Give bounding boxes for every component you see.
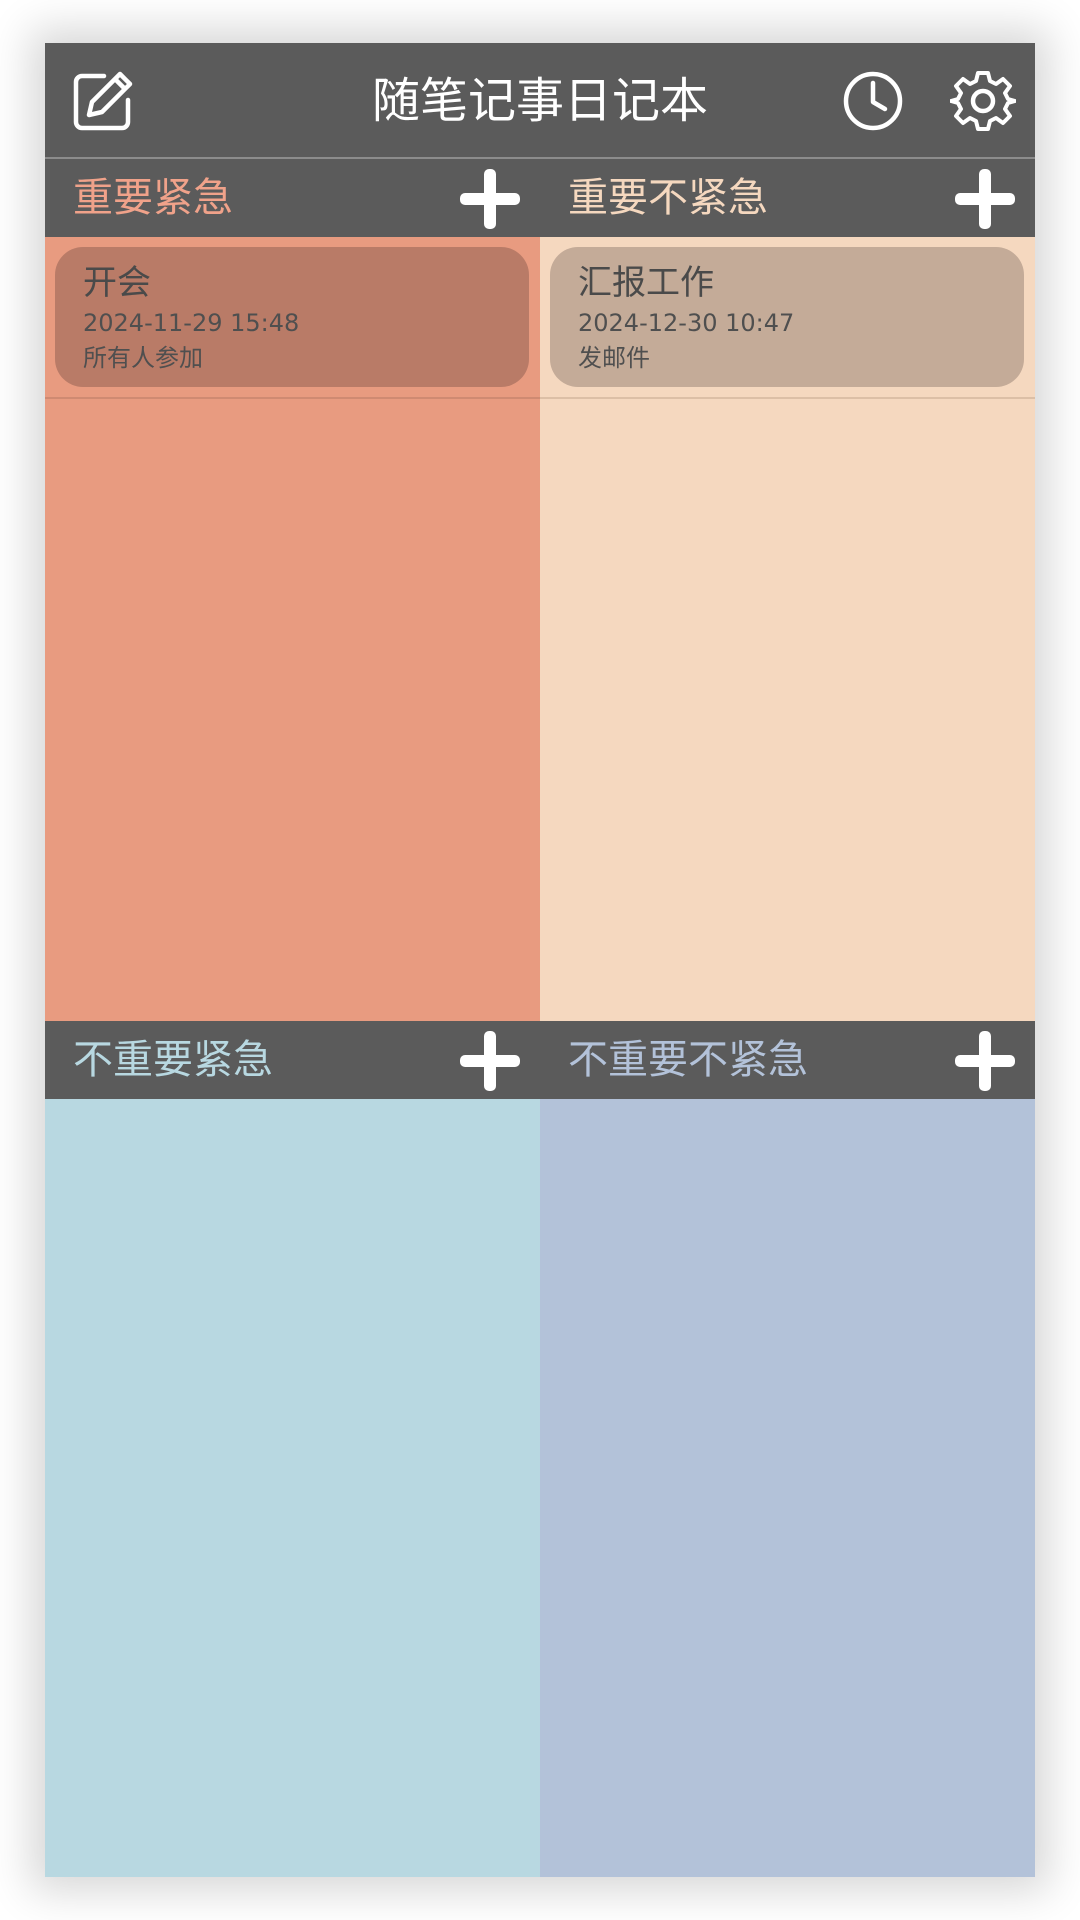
quadrant-list[interactable] bbox=[45, 1099, 540, 1877]
add-note-button[interactable] bbox=[460, 169, 520, 229]
quadrant-header: 不重要紧急 bbox=[45, 1021, 540, 1099]
quadrant-header: 不重要不紧急 bbox=[540, 1021, 1035, 1099]
note-description: 所有人参加 bbox=[83, 344, 203, 372]
list-item[interactable]: 汇报工作 2024-12-30 10:47 发邮件 bbox=[540, 237, 1035, 399]
note-timestamp: 2024-11-29 15:48 bbox=[83, 309, 300, 337]
settings-button[interactable] bbox=[945, 63, 1021, 139]
quadrant-not-important-not-urgent: 不重要不紧急 bbox=[540, 1021, 1035, 1877]
quadrant-header: 重要紧急 bbox=[45, 159, 540, 237]
quadrant-list[interactable]: 汇报工作 2024-12-30 10:47 发邮件 bbox=[540, 237, 1035, 1024]
quadrant-title: 不重要不紧急 bbox=[568, 1037, 808, 1083]
top-app-bar: 随笔记事日记本 bbox=[45, 43, 1035, 159]
quadrant-title: 重要不紧急 bbox=[568, 175, 768, 221]
quadrant-title: 不重要紧急 bbox=[73, 1037, 273, 1083]
add-note-button[interactable] bbox=[955, 169, 1015, 229]
note-timestamp: 2024-12-30 10:47 bbox=[578, 309, 795, 337]
quadrant-not-important-urgent: 不重要紧急 bbox=[45, 1021, 540, 1877]
divider bbox=[45, 397, 540, 399]
app-window: 随笔记事日记本 重要紧急 开会 2024-11-29 15:48 所有人参加 重… bbox=[45, 43, 1035, 1877]
quadrant-title: 重要紧急 bbox=[73, 175, 233, 221]
note-card[interactable]: 汇报工作 2024-12-30 10:47 发邮件 bbox=[550, 247, 1024, 387]
note-title: 开会 bbox=[83, 263, 151, 303]
add-note-button[interactable] bbox=[460, 1031, 520, 1091]
note-card[interactable]: 开会 2024-11-29 15:48 所有人参加 bbox=[55, 247, 529, 387]
note-title: 汇报工作 bbox=[578, 263, 714, 303]
edit-note-button[interactable] bbox=[65, 63, 141, 139]
clock-icon bbox=[843, 71, 903, 131]
note-description: 发邮件 bbox=[578, 344, 650, 372]
add-note-button[interactable] bbox=[955, 1031, 1015, 1091]
gear-icon bbox=[950, 71, 1016, 131]
quadrant-important-not-urgent: 重要不紧急 汇报工作 2024-12-30 10:47 发邮件 bbox=[540, 159, 1035, 1024]
quadrant-header: 重要不紧急 bbox=[540, 159, 1035, 237]
history-button[interactable] bbox=[835, 63, 911, 139]
quadrant-list[interactable] bbox=[540, 1099, 1035, 1877]
edit-note-icon bbox=[73, 71, 133, 131]
divider bbox=[540, 397, 1035, 399]
list-item[interactable]: 开会 2024-11-29 15:48 所有人参加 bbox=[45, 237, 540, 399]
quadrant-important-urgent: 重要紧急 开会 2024-11-29 15:48 所有人参加 bbox=[45, 159, 540, 1024]
quadrant-list[interactable]: 开会 2024-11-29 15:48 所有人参加 bbox=[45, 237, 540, 1024]
